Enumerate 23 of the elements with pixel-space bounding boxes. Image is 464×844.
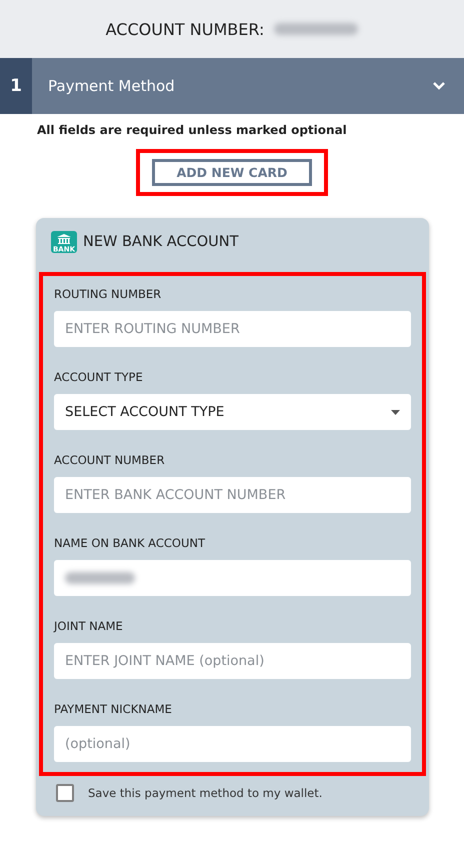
field-label: ROUTING NUMBER [54,286,162,303]
field-label: PAYMENT NICKNAME [54,701,173,718]
select-field[interactable]: SELECT ACCOUNT TYPE [54,394,411,430]
required-notice: All fields are required unless marked optional [36,122,348,137]
account-number-label: ACCOUNT NUMBER: [106,20,264,38]
section-header[interactable]: 1 Payment Method [0,58,464,114]
input-field[interactable] [54,560,411,596]
step-number: 1 [0,58,32,114]
input-field[interactable]: ENTER BANK ACCOUNT NUMBER [54,477,411,513]
field-label: ACCOUNT NUMBER [54,452,166,469]
caret-icon [391,410,400,414]
chevron-icon [432,81,446,91]
add-card-button[interactable]: ADD NEW CARD [152,159,312,186]
checkbox[interactable] [56,784,74,802]
input-field[interactable]: ENTER ROUTING NUMBER [54,311,411,347]
section-title: Payment Method [47,77,176,95]
field-label: ACCOUNT TYPE [54,369,144,386]
input-field[interactable]: (optional) [54,726,411,762]
field-label: JOINT NAME [54,618,124,635]
checkbox-label: Save this payment method to my wallet. [88,786,322,800]
card-title: NEW BANK ACCOUNT [83,234,238,250]
field-label: NAME ON BANK ACCOUNT [54,535,206,552]
input-field[interactable]: ENTER JOINT NAME (optional) [54,643,411,679]
